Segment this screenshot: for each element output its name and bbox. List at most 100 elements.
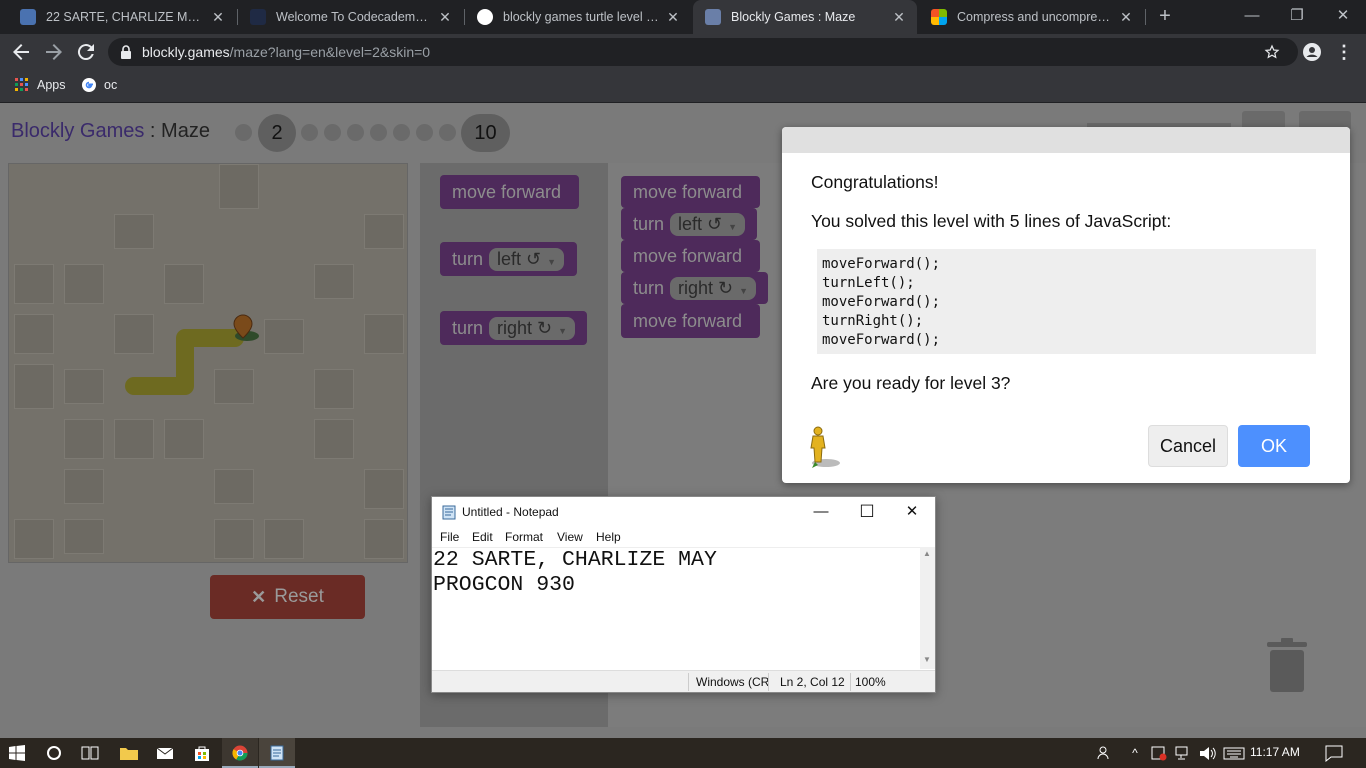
cancel-button[interactable]: Cancel	[1148, 425, 1228, 467]
program-block-move-forward[interactable]: move forward	[621, 176, 760, 208]
dropdown-value: left ↺	[678, 213, 723, 234]
chrome-icon	[232, 745, 248, 761]
scroll-down-arrow-icon[interactable]: ▼	[923, 655, 931, 664]
close-window-button[interactable]: ✕	[1320, 0, 1366, 34]
program-block-move-forward[interactable]: move forward	[621, 304, 760, 338]
direction-dropdown[interactable]: left ↺ ▼	[670, 212, 746, 236]
program-block-turn-right[interactable]: turn right ↻ ▼	[621, 272, 768, 304]
trash-can-icon[interactable]	[1267, 638, 1307, 692]
direction-dropdown[interactable]: right ↻ ▼	[489, 316, 576, 340]
dropdown-arrow-icon: ▼	[739, 285, 749, 296]
address-bar[interactable]: blockly.games/maze?lang=en&level=2&skin=…	[108, 38, 1298, 66]
tab-blockly-maze[interactable]: Blockly Games : Maze ✕	[693, 0, 917, 34]
network-icon[interactable]	[1175, 746, 1193, 761]
close-tab-icon[interactable]: ✕	[891, 9, 907, 26]
reset-x-icon: ✕	[251, 586, 267, 607]
search-cortana-icon[interactable]	[46, 745, 62, 761]
level-7-dot[interactable]	[393, 124, 410, 141]
microsoft-store-icon[interactable]	[193, 744, 211, 762]
toolbox-move-forward-block[interactable]: move forward	[440, 175, 579, 209]
toolbox-turn-right-block[interactable]: turn right ↻ ▼	[440, 311, 587, 345]
maze-path-overlay	[125, 314, 259, 395]
dropdown-arrow-icon: ▼	[558, 325, 568, 336]
dropdown-value: left ↺	[497, 248, 542, 269]
close-tab-icon[interactable]: ✕	[210, 9, 226, 26]
dialog-title-bar[interactable]	[782, 127, 1350, 153]
level-10-button[interactable]: 10	[461, 114, 510, 152]
notepad-minimize-button[interactable]: —	[798, 497, 844, 527]
level-1-dot[interactable]	[235, 124, 252, 141]
notepad-vertical-scrollbar[interactable]: ▲ ▼	[920, 547, 935, 669]
reset-button[interactable]: ✕ Reset	[210, 575, 365, 619]
dropdown-value: right ↻	[497, 317, 553, 338]
menu-edit[interactable]: Edit	[472, 530, 493, 544]
volume-icon[interactable]	[1199, 746, 1217, 761]
dropdown-arrow-icon: ▼	[728, 221, 738, 232]
direction-dropdown[interactable]: left ↺ ▼	[489, 247, 565, 271]
bookmark-oc[interactable]: oc	[81, 77, 117, 93]
program-block-move-forward[interactable]: move forward	[621, 240, 760, 272]
minimize-window-button[interactable]: —	[1229, 0, 1275, 34]
dialog-summary: You solved this level with 5 lines of Ja…	[811, 211, 1172, 231]
forward-button[interactable]	[42, 40, 66, 64]
taskbar-clock[interactable]: 11:17 AM	[1250, 745, 1300, 759]
file-explorer-icon[interactable]	[119, 745, 139, 761]
menu-format[interactable]: Format	[505, 530, 543, 544]
notepad-close-button[interactable]: ✕	[889, 497, 935, 527]
level-6-dot[interactable]	[370, 124, 387, 141]
profile-avatar-icon[interactable]	[1302, 42, 1322, 62]
level-4-dot[interactable]	[324, 124, 341, 141]
status-cursor-position: Ln 2, Col 12	[780, 675, 845, 689]
chrome-menu-icon[interactable]: ⋮	[1332, 40, 1356, 64]
url-text: blockly.games/maze?lang=en&level=2&skin=…	[142, 44, 430, 60]
back-button[interactable]	[9, 40, 33, 64]
forward-arrow-icon	[46, 44, 62, 60]
level-5-dot[interactable]	[347, 124, 364, 141]
task-view-icon[interactable]	[81, 745, 99, 761]
notepad-title-bar[interactable]: Untitled - Notepad — ☐ ✕	[432, 497, 935, 527]
url-path: /maze?lang=en&level=2&skin=0	[229, 44, 431, 60]
windows-start-icon[interactable]	[9, 745, 25, 761]
ok-button[interactable]: OK	[1238, 425, 1310, 467]
menu-file[interactable]: File	[440, 530, 459, 544]
security-alert-icon[interactable]	[1151, 746, 1167, 761]
microsoft-favicon-icon	[931, 9, 947, 25]
action-center-icon[interactable]	[1325, 745, 1343, 762]
tab-classroom[interactable]: 22 SARTE, CHARLIZE MAY on 2 ✕	[8, 0, 236, 34]
menu-help[interactable]: Help	[596, 530, 621, 544]
menu-view[interactable]: View	[557, 530, 583, 544]
scroll-up-arrow-icon[interactable]: ▲	[923, 549, 931, 558]
level-8-dot[interactable]	[416, 124, 433, 141]
level-9-dot[interactable]	[439, 124, 456, 141]
blockly-favicon-icon	[705, 9, 721, 25]
google-icon	[82, 78, 96, 92]
keyboard-icon[interactable]	[1223, 747, 1245, 760]
blockly-games-home-link[interactable]: Blockly Games	[11, 120, 144, 142]
taskbar-chrome-button[interactable]	[222, 738, 258, 768]
notepad-maximize-button[interactable]: ☐	[844, 497, 890, 527]
close-tab-icon[interactable]: ✕	[1118, 9, 1134, 26]
reload-button[interactable]	[74, 40, 98, 64]
taskbar-notepad-button[interactable]	[259, 738, 295, 768]
new-tab-button[interactable]: +	[1142, 0, 1188, 34]
toolbox-turn-left-block[interactable]: turn left ↺ ▼	[440, 242, 577, 276]
bookmark-apps[interactable]: Apps	[14, 77, 66, 93]
tab-codecademy[interactable]: Welcome To Codecademy | Co ✕	[238, 0, 463, 34]
dropdown-value: right ↻	[678, 277, 734, 298]
tab-google-search[interactable]: blockly games turtle level 9 an ✕	[465, 0, 691, 34]
show-hidden-icons-chevron-icon[interactable]: ^	[1126, 738, 1144, 768]
bookmark-star-icon[interactable]	[1264, 44, 1280, 60]
program-block-turn-left[interactable]: turn left ↺ ▼	[621, 208, 757, 240]
close-tab-icon[interactable]: ✕	[665, 9, 681, 26]
level-3-dot[interactable]	[301, 124, 318, 141]
reload-icon	[77, 44, 94, 61]
block-label: move forward	[633, 310, 743, 331]
direction-dropdown[interactable]: right ↻ ▼	[670, 276, 757, 300]
notepad-app-icon	[442, 505, 456, 520]
tab-microsoft-compress[interactable]: Compress and uncompress file ✕	[919, 0, 1144, 34]
notepad-text-area[interactable]: 22 SARTE, CHARLIZE MAY PROGCON 930	[432, 547, 920, 669]
mail-icon[interactable]	[156, 745, 174, 761]
people-icon[interactable]	[1097, 745, 1113, 761]
close-tab-icon[interactable]: ✕	[437, 9, 453, 26]
restore-window-button[interactable]: ❐	[1274, 0, 1320, 34]
